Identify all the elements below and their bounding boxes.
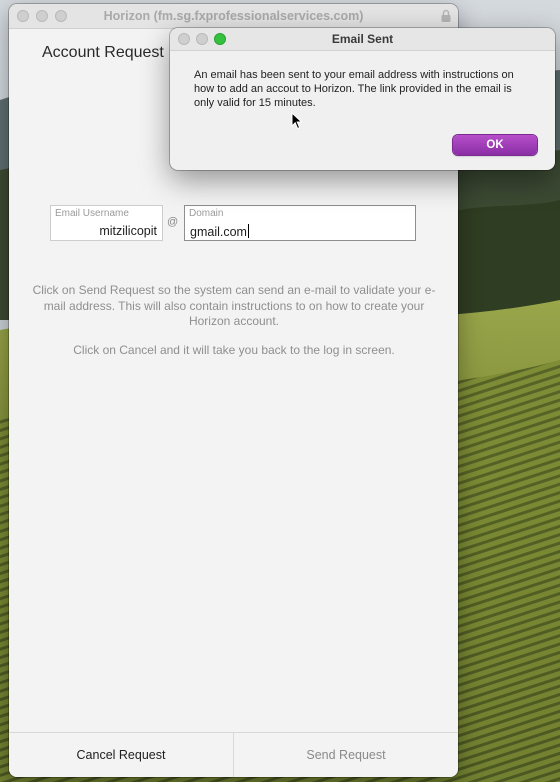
send-request-instructions: Click on Send Request so the system can … <box>32 283 436 328</box>
email-domain-label: Domain <box>189 208 224 219</box>
email-domain-value-wrap: gmail.com <box>190 224 249 239</box>
email-username-field[interactable]: Email Username mitzilicopit <box>50 205 163 241</box>
email-domain-value: gmail.com <box>190 225 247 239</box>
email-username-value: mitzilicopit <box>99 224 157 238</box>
text-caret <box>247 224 249 238</box>
window-title: Horizon (fm.sg.fxprofessionalservices.co… <box>103 9 364 23</box>
cancel-request-button[interactable]: Cancel Request <box>9 733 234 777</box>
window-titlebar[interactable]: Horizon (fm.sg.fxprofessionalservices.co… <box>9 4 458 29</box>
bottom-button-bar: Cancel Request Send Request <box>9 732 458 777</box>
ok-button[interactable]: OK <box>453 135 537 155</box>
dialog-titlebar[interactable]: Email Sent <box>170 28 555 51</box>
page-title: Account Request <box>42 44 164 61</box>
email-sent-dialog: Email Sent An email has been sent to you… <box>170 28 555 170</box>
dialog-title: Email Sent <box>331 32 394 46</box>
lock-icon <box>441 9 451 22</box>
email-username-label: Email Username <box>55 208 129 219</box>
at-symbol: @ <box>167 216 179 228</box>
dialog-message: An email has been sent to your email add… <box>194 69 514 109</box>
cancel-instructions: Click on Cancel and it will take you bac… <box>73 343 395 357</box>
send-request-button[interactable]: Send Request <box>234 733 458 777</box>
mouse-pointer-icon <box>291 112 303 130</box>
email-domain-field[interactable]: Domain gmail.com <box>184 205 416 241</box>
